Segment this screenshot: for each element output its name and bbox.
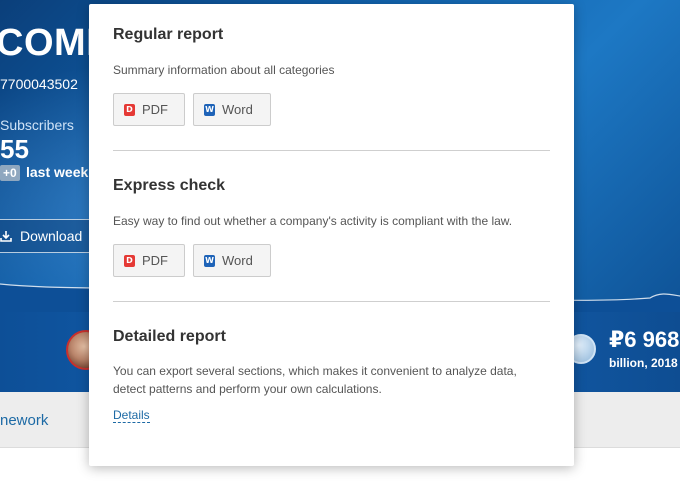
regular-report-title: Regular report [113, 26, 224, 43]
regular-report-section: Regular report Summary information about… [113, 4, 550, 126]
details-link[interactable]: Details [113, 408, 150, 423]
pdf-icon: D [124, 254, 135, 267]
subscribers-delta-badge: +0 [0, 165, 20, 181]
revenue-value: ₽6 968 [609, 327, 680, 352]
subscribers-delta-text: last week [26, 164, 89, 180]
regular-pdf-label: PDF [142, 102, 168, 117]
regular-report-formats: D PDF W Word [113, 93, 550, 126]
express-pdf-button[interactable]: D PDF [113, 244, 185, 277]
detailed-report-description: You can export several sections, which m… [113, 364, 517, 396]
subscribers-label: Subscribers [0, 117, 74, 133]
regular-word-button[interactable]: W Word [193, 93, 271, 126]
express-check-formats: D PDF W Word [113, 244, 550, 277]
express-check-title: Express check [113, 177, 226, 194]
word-icon: W [204, 103, 215, 116]
express-check-description: Easy way to find out whether a company's… [113, 214, 513, 228]
express-word-button[interactable]: W Word [193, 244, 271, 277]
express-check-section: Express check Easy way to find out wheth… [113, 151, 550, 277]
download-icon [0, 231, 12, 242]
regular-report-description: Summary information about all categories [113, 63, 335, 77]
pdf-icon: D [124, 103, 135, 116]
company-ogrn: 7700043502 [0, 76, 78, 92]
download-button-label: Download [20, 228, 83, 244]
word-icon: W [204, 254, 215, 267]
detailed-report-section: Detailed report You can export several s… [113, 302, 550, 424]
subscribers-count: 55 [0, 134, 29, 164]
tab-framework[interactable]: nework [0, 412, 48, 429]
detailed-report-title: Detailed report [113, 328, 226, 345]
download-button[interactable]: Download [0, 219, 92, 253]
regular-word-label: Word [222, 102, 253, 117]
revenue-caption: billion, 2018 [609, 356, 678, 370]
download-menu-panel: Regular report Summary information about… [89, 4, 574, 466]
regular-pdf-button[interactable]: D PDF [113, 93, 185, 126]
express-pdf-label: PDF [142, 253, 168, 268]
express-word-label: Word [222, 253, 253, 268]
